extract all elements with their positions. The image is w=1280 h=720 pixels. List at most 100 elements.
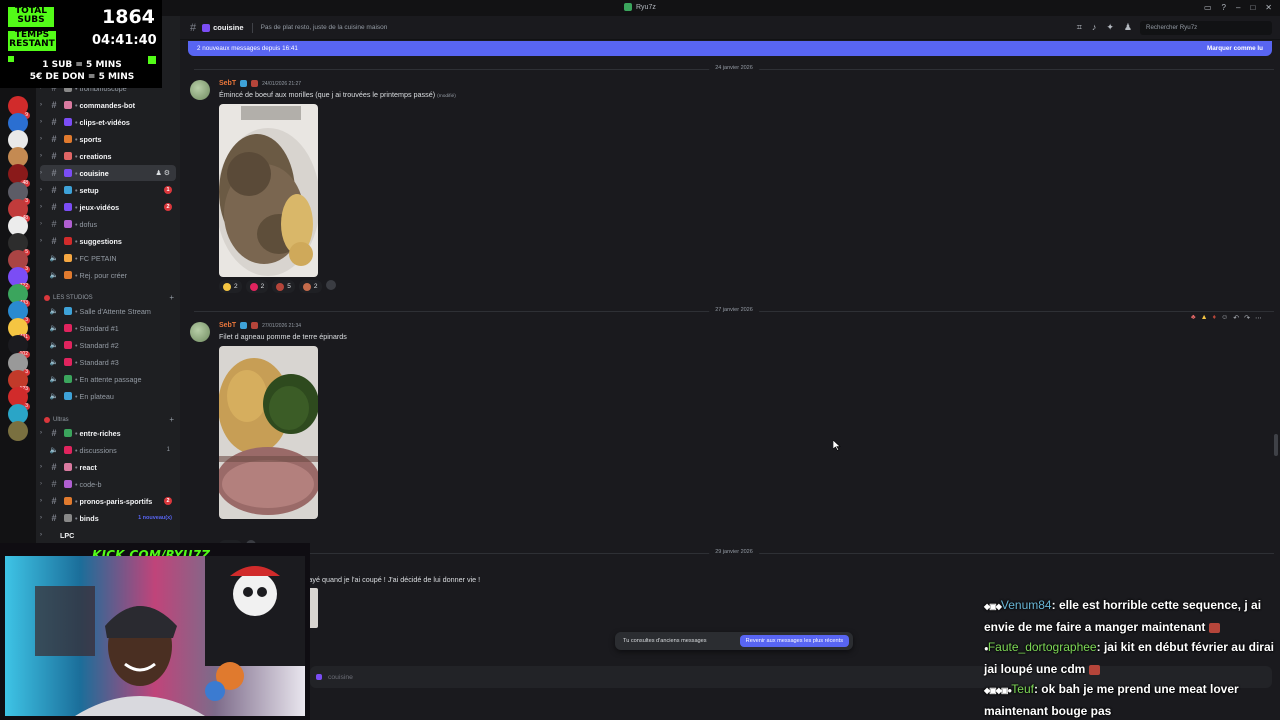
channel-name: react xyxy=(79,462,97,472)
time-left-label: TEMPS RESTANT xyxy=(8,30,56,51)
chat-badge-icons: ◆▣◆ xyxy=(984,602,1002,611)
sidebar-ultras-5[interactable]: › # • binds 1 nouveau(x) xyxy=(40,510,176,526)
separator-dot: • xyxy=(75,270,78,280)
sidebar-voice-2[interactable]: 🔈 • Standard #2 xyxy=(40,337,176,353)
add-channel-icon[interactable]: + xyxy=(169,293,174,302)
more-icon[interactable]: ⋯ xyxy=(1255,314,1262,322)
maximize-icon[interactable]: □ xyxy=(1250,3,1255,12)
server-icon[interactable] xyxy=(8,420,28,441)
members-icon[interactable]: ♟ xyxy=(1124,22,1132,33)
chevron-right-icon: › xyxy=(40,119,42,125)
speaker-icon: 🔈 xyxy=(49,255,59,262)
chevron-right-icon: › xyxy=(40,204,42,210)
food-photo-beef[interactable] xyxy=(219,104,318,277)
chevron-right-icon: › xyxy=(40,153,42,159)
channel-emoji-icon xyxy=(64,237,72,245)
avatar[interactable] xyxy=(190,322,210,342)
add-reaction-icon[interactable]: ☺ xyxy=(1221,314,1228,322)
sidebar-ultras-1[interactable]: 🔈 • discussions 1 xyxy=(40,442,176,458)
mark-as-read-button[interactable]: Marquer comme lu xyxy=(1207,45,1263,52)
hash-icon: # xyxy=(51,134,57,144)
category-lpc[interactable]: › LPC xyxy=(40,527,176,543)
sidebar-item-2[interactable]: › # • clips-et-vidéos xyxy=(40,114,176,130)
sidebar-voice-4[interactable]: 🔈 • En attente passage xyxy=(40,371,176,387)
date-label: 24 janvier 2026 xyxy=(709,65,759,71)
sidebar-item-8[interactable]: › # • dofus xyxy=(40,216,176,232)
reaction-icon[interactable]: ♣ xyxy=(1191,314,1196,322)
scrollbar[interactable] xyxy=(1274,434,1278,456)
thumbs-up-icon[interactable]: ▲ xyxy=(1201,314,1208,322)
reaction-pill[interactable]: 5 xyxy=(272,280,295,293)
new-messages-bar[interactable]: 2 nouveaux messages depuis 16:41 Marquer… xyxy=(188,41,1272,56)
hash-icon: # xyxy=(51,202,57,212)
message[interactable]: SebT 27/01/2026 21:34 Filet d agneau pom… xyxy=(190,322,1270,553)
reaction-pill[interactable]: 2 xyxy=(245,280,269,293)
category-ultras[interactable]: Ultras + xyxy=(44,415,174,424)
reaction-icon[interactable]: ♦ xyxy=(1213,314,1217,322)
help-icon[interactable]: ? xyxy=(1222,3,1226,12)
sidebar-ultras-3[interactable]: › # • code-b xyxy=(40,476,176,492)
add-channel-icon[interactable]: + xyxy=(169,415,174,424)
sidebar-item-9[interactable]: › # • suggestions xyxy=(40,233,176,249)
channel-name: FC PETAIN xyxy=(79,253,117,263)
message[interactable]: SebT 24/01/2026 21:27 Émincé de boeuf au… xyxy=(190,80,1270,300)
app-logo-icon xyxy=(624,3,632,11)
channel-emoji-icon xyxy=(64,135,72,143)
category-studios[interactable]: LES STUDIOS + xyxy=(44,293,174,302)
chevron-right-icon: › xyxy=(40,136,42,142)
separator-dot: • xyxy=(75,168,78,178)
channel-settings-icon[interactable]: ♟⚙ xyxy=(155,169,172,177)
channel-name: sports xyxy=(79,134,102,144)
channel-emoji-icon xyxy=(64,271,72,279)
mention-badge: 2 xyxy=(164,203,172,211)
inbox-icon[interactable]: ▭ xyxy=(1204,3,1212,12)
sidebar-ultras-2[interactable]: › # • react xyxy=(40,459,176,475)
reply-icon[interactable]: ↶ xyxy=(1233,314,1239,322)
sidebar-item-7[interactable]: › # • jeux-vidéos 2 xyxy=(40,199,176,215)
timestamp: 24/01/2026 21:27 xyxy=(262,80,302,87)
avatar[interactable] xyxy=(190,80,210,100)
jump-to-present-button[interactable]: Revenir aux messages les plus récents xyxy=(739,635,849,647)
separator-dot: • xyxy=(75,323,78,333)
reaction-pill[interactable]: 2 xyxy=(298,280,322,293)
sidebar-item-5[interactable]: › # • couisine ♟⚙ xyxy=(40,165,176,181)
separator-dot: • xyxy=(75,202,78,212)
sidebar-voice-1[interactable]: 🔈 • Standard #1 xyxy=(40,320,176,336)
sidebar-ultras-4[interactable]: › # • pronos-paris-sportifs 2 xyxy=(40,493,176,509)
channel-topic[interactable]: Pas de plat resto, juste de la cuisine m… xyxy=(261,24,388,31)
mouse-cursor-icon xyxy=(833,440,841,451)
sidebar-item-3[interactable]: › # • sports xyxy=(40,131,176,147)
forward-icon[interactable]: ↷ xyxy=(1244,314,1250,322)
search-input[interactable]: Rechercher Ryu7z xyxy=(1140,21,1272,35)
sidebar-item-1[interactable]: › # • commandes-bot xyxy=(40,97,176,113)
channel-name: Standard #2 xyxy=(79,340,119,350)
separator-dot: • xyxy=(75,100,78,110)
sidebar-voice-5[interactable]: 🔈 • En plateau xyxy=(40,388,176,404)
channel-emoji-icon xyxy=(64,341,72,349)
author-name[interactable]: SebT xyxy=(219,322,236,329)
separator-dot: • xyxy=(75,134,78,144)
sidebar-item-4[interactable]: › # • creations xyxy=(40,148,176,164)
sidebar-item-11[interactable]: 🔈 • Rej. pour créer xyxy=(40,267,176,283)
date-divider: 27 janvier 2026 xyxy=(194,307,1274,313)
add-reaction-icon[interactable] xyxy=(325,280,336,290)
sidebar-item-10[interactable]: 🔈 • FC PETAIN xyxy=(40,250,176,266)
sidebar-item-6[interactable]: › # • setup 1 xyxy=(40,182,176,198)
minimize-icon[interactable]: – xyxy=(1236,3,1240,12)
sidebar-voice-0[interactable]: 🔈 • Salle d'Attente Stream xyxy=(40,303,176,319)
webcam-frame xyxy=(5,556,305,716)
notification-bell-icon[interactable]: ♪ xyxy=(1092,22,1097,33)
date-label: 27 janvier 2026 xyxy=(709,307,759,313)
sidebar-voice-3[interactable]: 🔈 • Standard #3 xyxy=(40,354,176,370)
food-photo-lamb[interactable] xyxy=(219,346,318,519)
author-name[interactable]: SebT xyxy=(219,80,236,87)
channel-name: clips-et-vidéos xyxy=(79,117,130,127)
sidebar-ultras-0[interactable]: › # • entre-riches xyxy=(40,425,176,441)
pin-icon[interactable]: ✦ xyxy=(1106,22,1114,33)
threads-icon[interactable]: ⌗ xyxy=(1077,22,1082,33)
reaction-pill[interactable]: 2 xyxy=(219,280,242,293)
channel-name: binds xyxy=(79,513,99,523)
close-icon[interactable]: ✕ xyxy=(1265,3,1272,12)
hash-icon: # xyxy=(51,462,57,472)
hash-icon: # xyxy=(51,496,57,506)
